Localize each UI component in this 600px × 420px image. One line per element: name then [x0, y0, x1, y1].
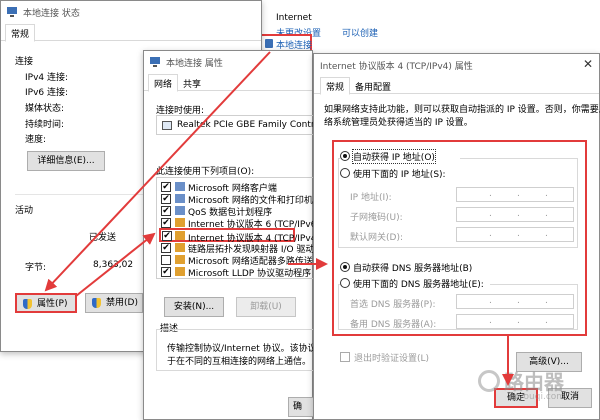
- tab-network[interactable]: 网络: [148, 74, 179, 92]
- validate-checkbox[interactable]: [340, 352, 350, 362]
- properties-title: 本地连接 属性: [166, 59, 223, 69]
- network-icon: [7, 7, 17, 17]
- tab-sharing[interactable]: 共享: [178, 75, 206, 91]
- tab-ipv4-general[interactable]: 常规: [320, 77, 351, 95]
- ipv4-tabbar: 常规 备用配置: [314, 76, 599, 95]
- details-button[interactable]: 详细信息(E)...: [27, 151, 105, 171]
- protocol-icon: [175, 231, 185, 240]
- protocol-icon: [175, 243, 185, 252]
- tab-alternate-config[interactable]: 备用配置: [350, 78, 396, 94]
- watermark-text: 路由器: [504, 370, 564, 394]
- ipv4-titlebar[interactable]: Internet 协议版本 4 (TCP/IPv4) 属性 ✕: [314, 54, 599, 76]
- item-label: Microsoft LLDP 协议驱动程序: [188, 269, 312, 279]
- auto-dns-label: 自动获得 DNS 服务器地址(B): [353, 264, 473, 274]
- item-checkbox[interactable]: [161, 255, 171, 265]
- item-checkbox[interactable]: ✔: [162, 231, 172, 241]
- row-duration: 持续时间:: [25, 120, 65, 130]
- auto-dns-radio[interactable]: [340, 262, 350, 272]
- network-icon: [150, 57, 160, 67]
- row-ipv4: IPv4 连接:: [25, 73, 69, 83]
- auto-ip-radio[interactable]: [340, 151, 350, 161]
- close-icon[interactable]: ✕: [583, 57, 593, 71]
- status-title: 本地连接 状态: [23, 9, 80, 19]
- properties-button[interactable]: 属性(P): [15, 293, 77, 313]
- manual-dns-radio[interactable]: [340, 278, 350, 288]
- section-activity: 活动: [15, 206, 34, 216]
- preferred-dns-input: ...: [456, 294, 574, 309]
- properties-button-label: 属性(P): [37, 299, 68, 309]
- qos-icon: [175, 206, 185, 215]
- shield-icon: [23, 299, 32, 309]
- manual-dns-label: 使用下面的 DNS 服务器地址(E):: [353, 280, 484, 290]
- sent-label: 已发送: [89, 233, 117, 243]
- alternate-dns-label: 备用 DNS 服务器(A):: [350, 320, 437, 330]
- network-adapter-icon: [265, 39, 273, 48]
- properties-titlebar[interactable]: 本地连接 属性: [144, 51, 312, 73]
- adapter-name: Realtek PCIe GBE Family Controller: [177, 120, 335, 130]
- manual-dns-option[interactable]: 使用下面的 DNS 服务器地址(E):: [340, 276, 490, 290]
- item-checkbox[interactable]: ✔: [161, 194, 171, 204]
- properties-ok-button[interactable]: 确: [288, 397, 316, 417]
- description-line-2: 于在不同的互相连接的网络上通信。: [167, 357, 312, 367]
- ip-address-label: IP 地址(I):: [350, 193, 392, 203]
- list-item-ipv4[interactable]: ✔ Internet 协议版本 4 (TCP/IPv4): [159, 228, 315, 244]
- info-line-1: 如果网络支持此功能，则可以获取自动指派的 IP 设置。否则，你需要从网: [324, 105, 600, 115]
- bytes-label: 字节:: [25, 263, 47, 273]
- alternate-dns-input: ...: [456, 314, 574, 329]
- auto-dns-option[interactable]: 自动获得 DNS 服务器地址(B): [340, 260, 480, 274]
- ip-address-input: ...: [456, 187, 574, 202]
- manual-ip-label: 使用下面的 IP 地址(S):: [353, 170, 446, 180]
- background-window-title: Internet: [276, 13, 312, 23]
- router-logo-icon: [478, 370, 500, 392]
- protocol-icon: [175, 255, 185, 264]
- item-checkbox[interactable]: ✔: [161, 243, 171, 253]
- items-label: 此连接使用下列项目(O):: [156, 167, 255, 177]
- info-line-2: 络系统管理员处获得适当的 IP 设置。: [324, 118, 473, 128]
- manual-ip-radio[interactable]: [340, 168, 350, 178]
- uninstall-button: 卸载(U): [236, 297, 296, 317]
- validate-option[interactable]: 退出时验证设置(L): [340, 350, 460, 364]
- properties-tabbar: 网络 共享: [144, 73, 312, 92]
- watermark-subtext: luyouqi.com: [510, 392, 566, 402]
- section-connection: 连接: [15, 57, 34, 67]
- status-tabbar: 常规: [1, 23, 261, 42]
- adapter-icon: [162, 121, 172, 130]
- adapter-field: Realtek PCIe GBE Family Controller: [156, 115, 334, 135]
- ipv4-title: Internet 协议版本 4 (TCP/IPv4) 属性: [320, 62, 473, 72]
- auto-ip-label: 自动获得 IP 地址(O): [352, 149, 436, 164]
- validate-label: 退出时验证设置(L): [354, 354, 430, 364]
- background-link-create[interactable]: 可以创建: [342, 26, 378, 39]
- gateway-input: ...: [456, 227, 574, 242]
- auto-ip-option[interactable]: 自动获得 IP 地址(O): [340, 149, 460, 164]
- items-list[interactable]: ✔ Microsoft 网络客户端 ✔ Microsoft 网络的文件和打印机共…: [156, 177, 316, 279]
- gateway-label: 默认网关(D):: [350, 233, 403, 243]
- preferred-dns-label: 首选 DNS 服务器(P):: [350, 300, 436, 310]
- status-titlebar[interactable]: 本地连接 状态: [1, 1, 261, 23]
- shield-icon: [92, 298, 101, 308]
- row-ipv6: IPv6 连接:: [25, 88, 69, 98]
- share-icon: [175, 194, 185, 203]
- watermark: 路由器 luyouqi.com: [478, 364, 598, 414]
- tab-general[interactable]: 常规: [5, 24, 36, 42]
- client-icon: [175, 182, 185, 191]
- description-box: 传输控制协议/Internet 协议。该协议是默认 于在不同的互相连接的网络上通…: [156, 329, 344, 371]
- item-checkbox[interactable]: ✔: [161, 182, 171, 192]
- bytes-value: 8,363,02: [93, 260, 134, 270]
- row-media: 媒体状态:: [25, 104, 65, 114]
- properties-window: 本地连接 属性 网络 共享 连接时使用: Realtek PCIe GBE Fa…: [143, 50, 344, 420]
- manual-ip-option[interactable]: 使用下面的 IP 地址(S):: [340, 166, 460, 180]
- item-checkbox[interactable]: ✔: [161, 218, 171, 228]
- disable-button-label: 禁用(D): [106, 298, 138, 308]
- row-speed: 速度:: [25, 135, 47, 145]
- item-checkbox[interactable]: ✔: [161, 206, 171, 216]
- protocol-icon: [175, 267, 185, 276]
- divider: [15, 194, 145, 195]
- disable-button[interactable]: 禁用(D): [85, 293, 143, 313]
- protocol-icon: [175, 218, 185, 227]
- subnet-mask-input: ...: [456, 207, 574, 222]
- item-checkbox[interactable]: ✔: [161, 267, 171, 277]
- install-button[interactable]: 安装(N)...: [164, 297, 224, 317]
- subnet-mask-label: 子网掩码(U):: [350, 213, 403, 223]
